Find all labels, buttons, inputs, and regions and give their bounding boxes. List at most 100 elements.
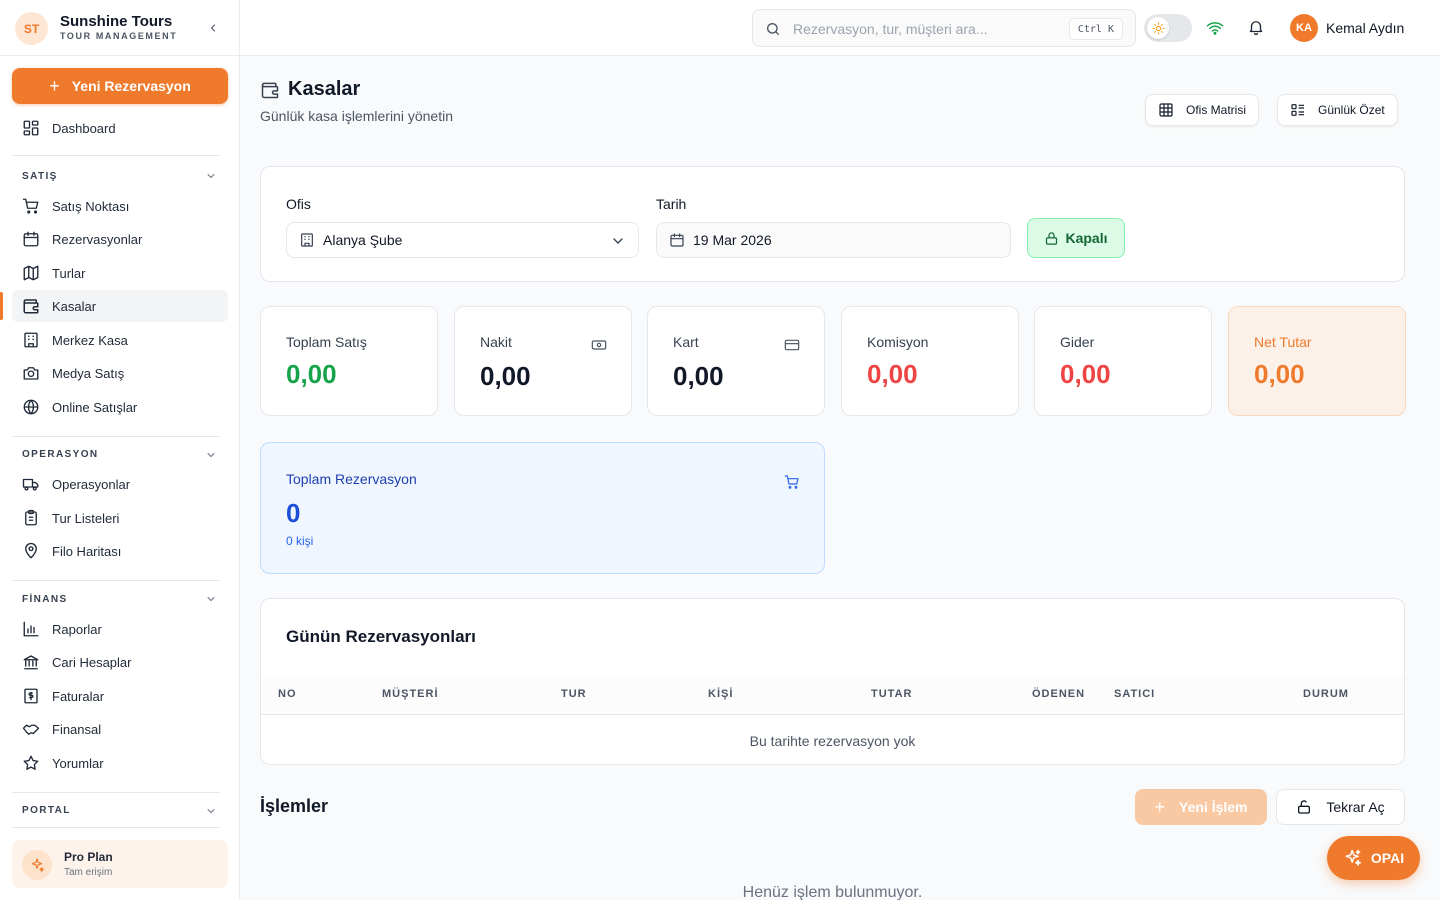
page-title: Kasalar bbox=[288, 78, 361, 100]
section-label-finans: FİNANS bbox=[22, 594, 68, 605]
bank-icon bbox=[23, 655, 39, 670]
new-operation-button[interactable]: + Yeni İşlem bbox=[1135, 789, 1267, 825]
sparkle-icon bbox=[22, 850, 52, 880]
office-matrix-button[interactable]: Ofis Matrisi bbox=[1145, 94, 1259, 126]
wifi-icon bbox=[1206, 22, 1224, 35]
sidebar-item-finansal[interactable]: Finansal bbox=[12, 713, 228, 745]
reopen-button[interactable]: Tekrar Aç bbox=[1276, 789, 1405, 825]
sidebar-item-label: Kasalar bbox=[52, 298, 97, 314]
daily-summary-button[interactable]: Günlük Özet bbox=[1277, 94, 1398, 126]
total-reservations-label: Toplam Rezervasyon bbox=[286, 471, 417, 487]
sidebar-item-label: Filo Haritası bbox=[52, 543, 122, 559]
chevron-down-icon[interactable] bbox=[205, 170, 217, 182]
sidebar-item-cari-hesaplar[interactable]: Cari Hesaplar bbox=[12, 646, 228, 678]
stat-label: Kart bbox=[673, 334, 699, 350]
sidebar-item-label: Raporlar bbox=[52, 621, 102, 637]
column-header-status[interactable]: DURUM bbox=[1303, 688, 1349, 700]
sidebar-item-label: Turlar bbox=[52, 265, 86, 281]
map-pin-icon bbox=[25, 542, 37, 559]
operations-title: İşlemler bbox=[260, 796, 329, 816]
column-header-no[interactable]: NO bbox=[278, 688, 297, 700]
bell-icon[interactable] bbox=[1247, 18, 1265, 36]
column-header-paid[interactable]: ÖDENEN bbox=[1032, 688, 1085, 700]
sidebar-item-yorumlar[interactable]: Yorumlar bbox=[12, 747, 228, 779]
stat-label: Gider bbox=[1060, 334, 1095, 350]
office-select[interactable]: Alanya Şube bbox=[286, 222, 639, 258]
cart-icon bbox=[22, 198, 39, 214]
cash-status-label: Kapalı bbox=[1065, 230, 1108, 246]
cart-icon bbox=[784, 475, 799, 489]
table-title: Günün Rezervasyonları bbox=[286, 627, 476, 646]
stat-card-total-sales: Toplam Satış 0,00 bbox=[260, 306, 438, 416]
sidebar-item-tur-listeleri[interactable]: Tur Listeleri bbox=[12, 502, 228, 534]
ai-assistant-button[interactable]: OPAI bbox=[1327, 836, 1420, 880]
wallet-icon bbox=[261, 82, 279, 99]
column-header-amount[interactable]: TUTAR bbox=[871, 688, 912, 700]
cash-status-button[interactable]: Kapalı bbox=[1027, 218, 1125, 258]
sidebar-item-filo-haritasi[interactable]: Filo Haritası bbox=[12, 535, 228, 567]
collapse-sidebar-button[interactable] bbox=[205, 18, 221, 38]
sidebar-item-satis-noktasi[interactable]: Satış Noktası bbox=[12, 190, 228, 222]
divider bbox=[12, 827, 220, 828]
sidebar-item-turlar[interactable]: Turlar bbox=[12, 257, 228, 289]
sidebar-item-online-satislar[interactable]: Online Satışlar bbox=[12, 391, 228, 423]
sidebar-item-rezervasyonlar[interactable]: Rezervasyonlar bbox=[12, 223, 228, 255]
pro-plan-subtitle: Tam erişim bbox=[64, 867, 113, 878]
chevron-down-icon[interactable] bbox=[205, 449, 217, 461]
chevron-down-icon[interactable] bbox=[205, 593, 217, 605]
topbar: Rezervasyon, tur, müşteri ara... Ctrl K … bbox=[240, 0, 1440, 56]
divider bbox=[12, 792, 220, 793]
sidebar-item-raporlar[interactable]: Raporlar bbox=[12, 613, 228, 645]
stat-value: 0,00 bbox=[1060, 359, 1111, 389]
theme-toggle[interactable] bbox=[1144, 14, 1192, 42]
sidebar-item-label: Tur Listeleri bbox=[52, 510, 120, 526]
avatar[interactable]: KA bbox=[1290, 14, 1318, 42]
camera-icon bbox=[23, 367, 39, 380]
column-header-people[interactable]: KİŞİ bbox=[708, 688, 733, 700]
brand-logo[interactable]: ST bbox=[15, 12, 48, 45]
sun-icon bbox=[1147, 17, 1169, 39]
sidebar-item-kasalar[interactable]: Kasalar bbox=[0, 290, 228, 322]
sidebar-item-operasyonlar[interactable]: Operasyonlar bbox=[12, 468, 228, 500]
dashboard-icon bbox=[23, 120, 39, 136]
wallet-icon bbox=[23, 299, 39, 314]
stat-card-expense: Gider 0,00 bbox=[1034, 306, 1212, 416]
brand-name: Sunshine Tours bbox=[60, 13, 173, 30]
divider bbox=[12, 436, 220, 437]
truck-icon bbox=[22, 478, 39, 491]
table-header: NO MÜŞTERİ TUR KİŞİ TUTAR ÖDENEN SATICI … bbox=[261, 675, 1404, 715]
sidebar-item-label: Satış Noktası bbox=[52, 198, 130, 214]
pro-plan-card[interactable]: Pro Plan Tam erişim bbox=[12, 840, 228, 888]
stat-value: 0,00 bbox=[867, 359, 918, 389]
user-name[interactable]: Kemal Aydın bbox=[1326, 20, 1404, 36]
ai-assistant-label: OPAI bbox=[1370, 850, 1405, 866]
sidebar-item-medya-satis[interactable]: Medya Satış bbox=[12, 357, 228, 389]
column-header-customer[interactable]: MÜŞTERİ bbox=[382, 688, 439, 700]
new-reservation-button[interactable]: + Yeni Rezervasyon bbox=[12, 68, 228, 104]
sidebar-item-faturalar[interactable]: Faturalar bbox=[12, 680, 228, 712]
search-icon bbox=[767, 23, 779, 35]
sidebar-item-merkez-kasa[interactable]: Merkez Kasa bbox=[12, 324, 228, 356]
stat-label: Komisyon bbox=[867, 334, 929, 350]
sidebar-item-dashboard[interactable]: Dashboard bbox=[12, 112, 228, 144]
stat-label: Nakit bbox=[480, 334, 512, 350]
clipboard-icon bbox=[25, 509, 37, 526]
sidebar-item-label: Yorumlar bbox=[52, 755, 104, 771]
plus-icon: + bbox=[1154, 797, 1166, 817]
date-picker[interactable]: 19 Mar 2026 bbox=[656, 222, 1011, 258]
date-label: Tarih bbox=[656, 196, 687, 212]
stat-card-commission: Komisyon 0,00 bbox=[841, 306, 1019, 416]
chevron-down-icon[interactable] bbox=[205, 805, 217, 817]
column-header-seller[interactable]: SATICI bbox=[1114, 688, 1155, 700]
invoice-icon bbox=[24, 688, 38, 704]
sidebar-item-label: Dashboard bbox=[52, 120, 116, 136]
total-reservations-value: 0 bbox=[286, 498, 301, 528]
search-input[interactable]: Rezervasyon, tur, müşteri ara... Ctrl K bbox=[752, 9, 1136, 47]
section-label-portal: PORTAL bbox=[22, 805, 71, 816]
total-people: 0 kişi bbox=[286, 534, 314, 548]
column-header-tour[interactable]: TUR bbox=[561, 688, 587, 700]
plus-icon: + bbox=[49, 76, 60, 96]
lock-icon bbox=[1046, 231, 1058, 245]
divider bbox=[12, 155, 220, 156]
building-icon bbox=[301, 233, 313, 247]
